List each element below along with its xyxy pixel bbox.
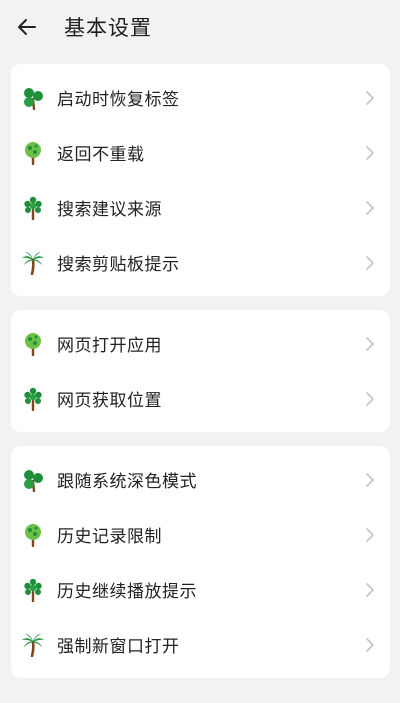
back-button[interactable]: [14, 14, 40, 40]
page-title: 基本设置: [64, 16, 152, 40]
setting-history-resume-play-hint[interactable]: 历史继续播放提示: [11, 562, 390, 617]
setting-restore-tabs-on-start[interactable]: 启动时恢复标签: [11, 70, 390, 125]
chevron-right-icon: [364, 637, 376, 652]
top-bar: 基本设置: [0, 0, 400, 54]
bushy-tree-icon: [21, 387, 45, 411]
setting-force-new-window[interactable]: 强制新窗口打开: [11, 617, 390, 672]
bushy-tree-icon: [21, 578, 45, 602]
clover-tree-icon: [21, 86, 45, 110]
chevron-right-icon: [364, 582, 376, 597]
setting-search-suggestion-source[interactable]: 搜索建议来源: [11, 180, 390, 235]
bushy-tree-icon: [21, 196, 45, 220]
setting-no-reload-on-back[interactable]: 返回不重载: [11, 125, 390, 180]
setting-follow-system-dark-mode[interactable]: 跟随系统深色模式: [11, 452, 390, 507]
chevron-right-icon: [364, 255, 376, 270]
setting-label: 跟随系统深色模式: [57, 472, 197, 492]
chevron-right-icon: [364, 527, 376, 542]
setting-label: 搜索建议来源: [57, 200, 162, 220]
settings-group-2: 网页打开应用 网页获取位置: [11, 310, 390, 432]
setting-label: 启动时恢复标签: [57, 90, 180, 110]
setting-label: 网页获取位置: [57, 391, 162, 411]
round-tree-icon: [21, 141, 45, 165]
round-tree-icon: [21, 523, 45, 547]
setting-label: 搜索剪贴板提示: [57, 255, 180, 275]
round-tree-icon: [21, 332, 45, 356]
chevron-right-icon: [364, 90, 376, 105]
arrow-left-icon: [18, 19, 36, 35]
chevron-right-icon: [364, 145, 376, 160]
setting-search-clipboard-hint[interactable]: 搜索剪贴板提示: [11, 235, 390, 290]
palm-tree-icon: [21, 251, 45, 275]
setting-web-get-location[interactable]: 网页获取位置: [11, 371, 390, 426]
setting-history-limit[interactable]: 历史记录限制: [11, 507, 390, 562]
setting-label: 强制新窗口打开: [57, 637, 180, 657]
clover-tree-icon: [21, 468, 45, 492]
palm-tree-icon: [21, 633, 45, 657]
setting-label: 历史继续播放提示: [57, 582, 197, 602]
setting-label: 网页打开应用: [57, 336, 162, 356]
chevron-right-icon: [364, 336, 376, 351]
setting-label: 返回不重载: [57, 145, 145, 165]
chevron-right-icon: [364, 200, 376, 215]
chevron-right-icon: [364, 472, 376, 487]
setting-web-open-app[interactable]: 网页打开应用: [11, 316, 390, 371]
setting-label: 历史记录限制: [57, 527, 162, 547]
chevron-right-icon: [364, 391, 376, 406]
settings-group-1: 启动时恢复标签 返回不重载 搜索建议来源 搜索剪贴板提示: [11, 64, 390, 296]
settings-group-3: 跟随系统深色模式 历史记录限制 历史继续播放提示 强制新窗口打开: [11, 446, 390, 678]
